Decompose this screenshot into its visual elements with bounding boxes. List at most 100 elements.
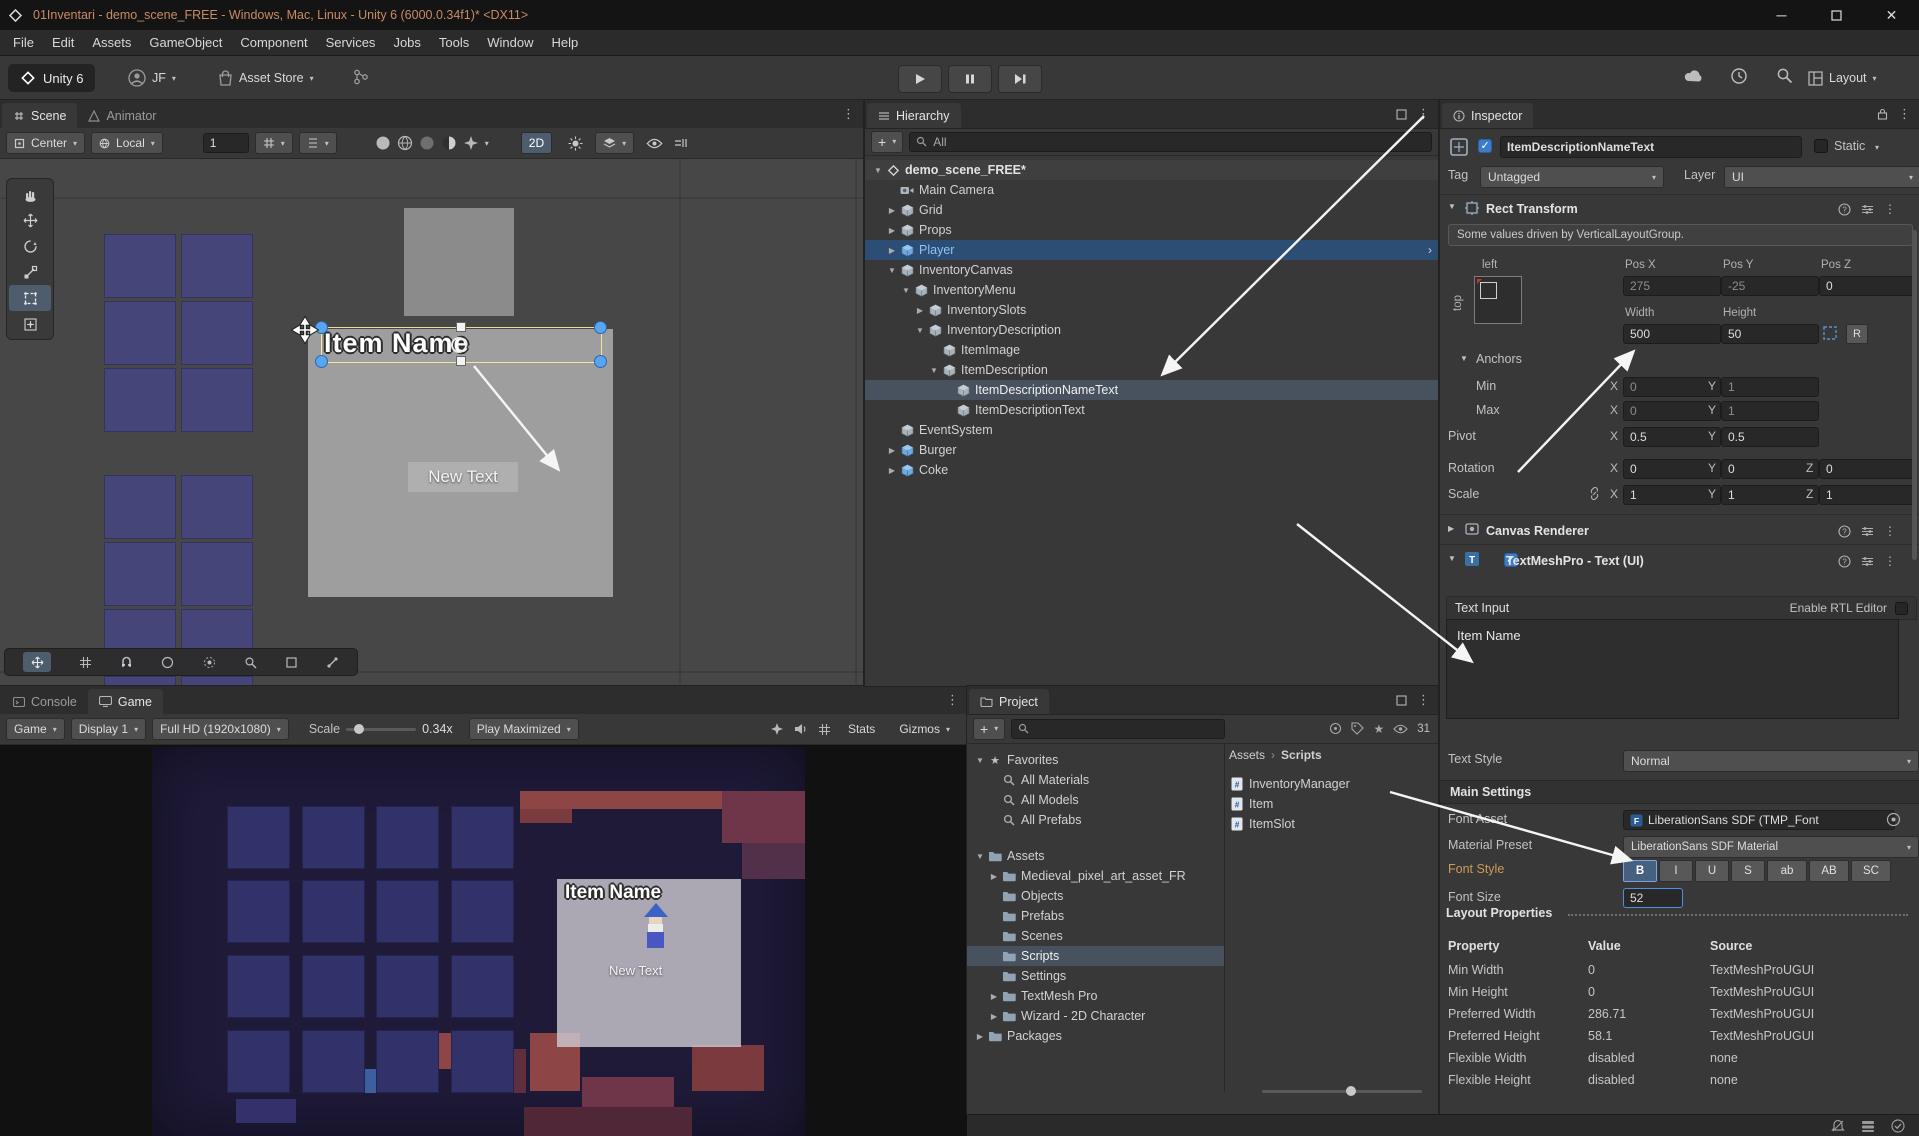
scene-viewport[interactable]: Item Name New Text (0, 159, 863, 686)
scale-link-icon[interactable] (1588, 487, 1601, 500)
hierarchy-item-inventorycanvas[interactable]: ▼ InventoryCanvas (865, 260, 1438, 280)
view-tool-button[interactable] (9, 181, 51, 207)
tab-game[interactable]: Game (87, 689, 163, 714)
selection-edge-handle[interactable] (456, 356, 466, 366)
project-dock-icon[interactable] (1396, 694, 1407, 706)
foldout-open-icon[interactable]: ▼ (973, 756, 987, 765)
cube-overlay-icon[interactable] (285, 656, 298, 669)
rect-tool-button[interactable] (9, 285, 51, 311)
hierarchy-item-itemdescriptionnametext[interactable]: ItemDescriptionNameText (865, 380, 1438, 400)
tab-inspector[interactable]: Inspector (1442, 103, 1534, 128)
hierarchy-item-inventoryslots[interactable]: ▶ InventorySlots (865, 300, 1438, 320)
project-folder-scenes[interactable]: Scenes (967, 926, 1224, 946)
pause-button[interactable] (948, 65, 992, 93)
gizmos-dropdown[interactable]: Gizmos ▾ (892, 719, 957, 739)
version-control-icon[interactable] (352, 68, 370, 86)
anchor-min-y-field[interactable]: 1 (1721, 377, 1819, 397)
notification-bell-icon[interactable] (1831, 1119, 1845, 1133)
anchors-foldout[interactable]: ▼ (1460, 354, 1468, 363)
presets-icon[interactable] (1861, 202, 1874, 216)
anchor-max-y-field[interactable]: 1 (1721, 401, 1819, 421)
scene-item-name-text[interactable]: Item Name (324, 328, 470, 359)
hierarchy-item-eventsystem[interactable]: EventSystem (865, 420, 1438, 440)
sphere-overlay-icon[interactable] (161, 656, 174, 669)
menu-edit[interactable]: Edit (43, 32, 83, 53)
hierarchy-item-inventorymenu[interactable]: ▼ InventoryMenu (865, 280, 1438, 300)
selection-corner-handle[interactable] (594, 355, 607, 368)
move-tool-button[interactable] (9, 207, 51, 233)
foldout-open-icon[interactable]: ▼ (899, 286, 913, 295)
favorite-search-icon[interactable]: ★ (1373, 722, 1384, 736)
tool-handle-rotation-dropdown[interactable]: Local ▾ (91, 132, 163, 154)
probe-overlay-icon[interactable] (203, 656, 216, 669)
project-folder-all-prefabs[interactable]: All Prefabs (967, 810, 1224, 830)
anchor-max-x-field[interactable]: 0 (1623, 401, 1721, 421)
pivot-handle[interactable] (451, 337, 467, 353)
2d-mode-toggle[interactable]: 2D (520, 132, 553, 154)
height-field[interactable]: 50 (1721, 324, 1819, 344)
project-folder-medieval-pixel-art-asset-fr[interactable]: ▶ Medieval_pixel_art_asset_FR (967, 866, 1224, 886)
audio-mute-icon[interactable] (794, 723, 808, 735)
scene-lighting-icon[interactable] (568, 136, 583, 151)
scene-inventory-slot[interactable] (104, 368, 176, 432)
resolution-dropdown[interactable]: Full HD (1920x1080) ▾ (152, 718, 289, 740)
hierarchy-item-itemdescription[interactable]: ▼ ItemDescription (865, 360, 1438, 380)
grid-overlay-icon[interactable] (79, 656, 92, 669)
scale-y-field[interactable]: 1 (1721, 485, 1819, 505)
width-field[interactable]: 500 (1623, 324, 1721, 344)
hierarchy-item-props[interactable]: ▶ Props (865, 220, 1438, 240)
hierarchy-item-coke[interactable]: ▶ Coke (865, 460, 1438, 480)
selection-corner-handle[interactable] (594, 321, 607, 334)
unity-version-badge[interactable]: Unity 6 (8, 64, 96, 92)
menu-assets[interactable]: Assets (83, 32, 140, 53)
presets-icon[interactable] (1861, 554, 1874, 568)
status-check-icon[interactable] (1891, 1118, 1905, 1133)
search-by-label-icon[interactable] (1351, 722, 1365, 735)
asset-zoom-slider[interactable] (1262, 1086, 1422, 1096)
project-file-itemslot[interactable]: # ItemSlot (1229, 814, 1429, 834)
tab-console[interactable]: Console (2, 689, 88, 714)
hierarchy-item-grid[interactable]: ▶ Grid (865, 200, 1438, 220)
grid-size-field[interactable]: 1 (202, 133, 249, 153)
hierarchy-item-demo-scene-free[interactable]: ▼ demo_scene_FREE* (865, 160, 1438, 180)
scene-inventory-slot[interactable] (181, 542, 253, 606)
layers-visibility-dropdown[interactable]: ▾ (595, 132, 635, 154)
selection-edge-handle[interactable] (456, 322, 466, 332)
presets-icon[interactable] (1861, 524, 1874, 538)
project-folder-packages[interactable]: ▶ Packages (967, 1026, 1224, 1046)
foldout-closed-icon[interactable]: ▶ (913, 306, 927, 315)
canvas-renderer-foldout[interactable]: ▶ (1448, 524, 1454, 533)
foldout-closed-icon[interactable]: ▶ (885, 206, 899, 215)
help-icon[interactable]: ? (1838, 524, 1851, 538)
foldout-closed-icon[interactable]: ▶ (885, 466, 899, 475)
menu-help[interactable]: Help (543, 32, 588, 53)
foldout-closed-icon[interactable]: ▶ (987, 1012, 1001, 1021)
tag-dropdown[interactable]: Untagged ▾ (1480, 166, 1664, 188)
help-icon[interactable]: ? (1838, 202, 1851, 216)
scale-z-field[interactable]: 1 (1819, 485, 1917, 505)
rotation-z-field[interactable]: 0 (1819, 459, 1917, 479)
magnet-overlay-icon[interactable] (120, 656, 133, 669)
foldout-closed-icon[interactable]: ▶ (987, 992, 1001, 1001)
scene-inventory-slot[interactable] (104, 676, 176, 686)
foldout-closed-icon[interactable]: ▶ (885, 446, 899, 455)
pos-z-field[interactable]: 0 (1819, 276, 1917, 296)
pos-x-field[interactable]: 275 (1623, 276, 1721, 296)
project-folder-favorites[interactable]: ▼ ★ Favorites (967, 750, 1224, 770)
project-folder-objects[interactable]: Objects (967, 886, 1224, 906)
scale-x-field[interactable]: 1 (1623, 485, 1721, 505)
breadcrumb-current[interactable]: Scripts (1281, 748, 1322, 762)
scene-inventory-slot[interactable] (104, 234, 176, 298)
object-picker-icon[interactable] (1886, 812, 1901, 827)
lighting-toggle-icon[interactable] (419, 135, 435, 151)
tab-animator[interactable]: Animator (77, 103, 167, 128)
project-pane-divider[interactable] (1224, 744, 1225, 1092)
project-file-item[interactable]: # Item (1229, 794, 1429, 814)
hierarchy-item-inventorydescription[interactable]: ▼ InventoryDescription (865, 320, 1438, 340)
hierarchy-item-itemdescriptiontext[interactable]: ItemDescriptionText (865, 400, 1438, 420)
static-caret[interactable]: ▾ (1875, 143, 1879, 152)
display-dropdown[interactable]: Display 1 ▾ (70, 718, 147, 740)
camera-settings-icon[interactable] (673, 137, 689, 149)
search-by-type-icon[interactable] (1329, 722, 1342, 735)
scene-inventory-slot[interactable] (104, 542, 176, 606)
